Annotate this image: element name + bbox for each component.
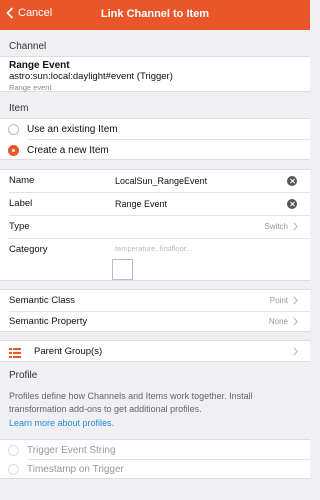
list-icon [9, 348, 21, 358]
option-label: Timestamp on Trigger [27, 463, 124, 475]
category-field-row: Category temperature, firstfloor... [0, 239, 310, 282]
chevron-right-icon [293, 222, 298, 231]
channel-card: Range Event astro:sun:local:daylight#eve… [0, 56, 310, 92]
profile-section-title: Profile [9, 370, 38, 381]
use-existing-item-option[interactable]: Use an existing Item [0, 119, 310, 139]
create-new-item-option[interactable]: Create a new Item [0, 140, 310, 160]
page-title: Link Channel to Item [100, 8, 210, 20]
radio-checked-icon[interactable] [8, 144, 19, 156]
semantics-list: Semantic Class Point Semantic Property N… [0, 289, 310, 332]
semantic-property-row[interactable]: Semantic Property None [0, 311, 310, 333]
navbar: Cancel Link Channel to Item [0, 0, 310, 30]
option-label: Create a new Item [27, 144, 109, 156]
item-section-title: Item [9, 103, 29, 114]
label-input[interactable]: Range Event [115, 199, 167, 209]
label-field-row[interactable]: Label Range Event [0, 193, 310, 215]
name-field-row[interactable]: Name LocalSun_RangeEvent [0, 170, 310, 192]
chevron-right-icon [293, 347, 298, 356]
channel-name: Range Event [9, 60, 70, 71]
semantic-class-value: Point [269, 296, 288, 305]
radio-unchecked-icon[interactable] [8, 123, 19, 135]
item-options-list: Use an existing Item Create a new Item [0, 118, 310, 160]
parent-groups-label: Parent Group(s) [34, 346, 103, 357]
profile-options-list: Trigger Event String Timestamp on Trigge… [0, 439, 310, 479]
trigger-event-string-option[interactable]: Trigger Event String [0, 440, 310, 460]
category-icon-picker[interactable] [112, 259, 133, 280]
channel-section-title: Channel [9, 41, 47, 52]
chevron-right-icon [293, 317, 298, 326]
name-input[interactable]: LocalSun_RangeEvent [115, 176, 207, 186]
type-value: Switch [264, 222, 288, 231]
option-label: Use an existing Item [27, 123, 118, 135]
semantic-class-label: Semantic Class [9, 295, 75, 306]
semantic-class-row[interactable]: Semantic Class Point [0, 290, 310, 312]
type-label: Type [9, 221, 30, 232]
learn-more-link[interactable]: Learn more about profiles. [9, 418, 114, 428]
channel-description: Range event [9, 83, 52, 92]
category-input[interactable]: temperature, firstfloor... [115, 244, 192, 253]
clear-icon[interactable] [287, 176, 297, 186]
category-label: Category [9, 244, 48, 255]
type-field-row[interactable]: Type Switch [0, 216, 310, 238]
timestamp-on-trigger-option[interactable]: Timestamp on Trigger [0, 459, 310, 479]
chevron-right-icon [293, 296, 298, 305]
item-fields-list: Name LocalSun_RangeEvent Label Range Eve… [0, 169, 310, 281]
radio-unchecked-icon[interactable] [8, 463, 19, 475]
profile-description: Profiles define how Channels and Items w… [9, 391, 253, 414]
semantic-property-value: None [268, 317, 288, 326]
name-label: Name [9, 175, 35, 186]
option-label: Trigger Event String [27, 444, 116, 456]
radio-unchecked-icon[interactable] [8, 444, 19, 456]
channel-uid: astro:sun:local:daylight#event (Trigger) [9, 71, 173, 82]
label-label: Label [9, 198, 33, 209]
clear-icon[interactable] [287, 199, 297, 209]
semantic-property-label: Semantic Property [9, 316, 88, 327]
parent-groups-row[interactable]: Parent Group(s) [0, 340, 310, 362]
